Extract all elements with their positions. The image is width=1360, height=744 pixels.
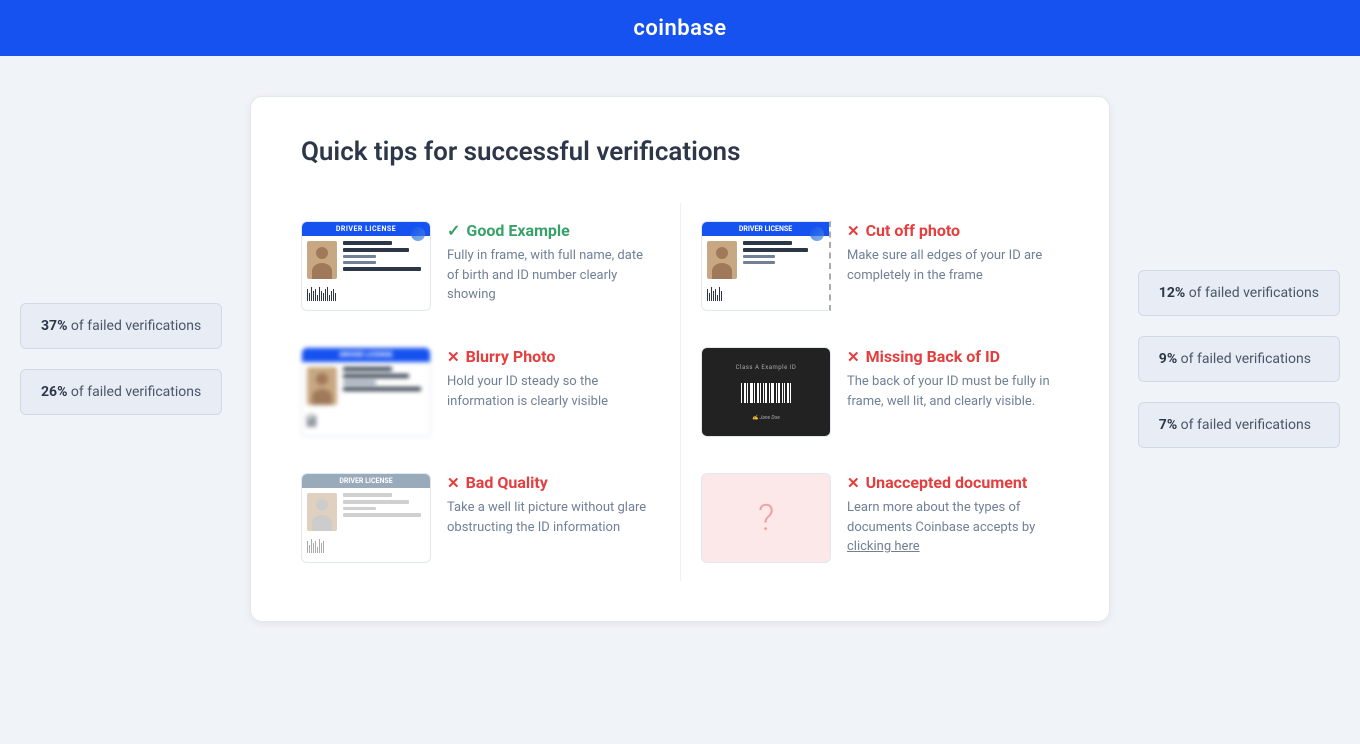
id-card-blurry: DRIVER LICENSE (301, 347, 431, 437)
tip-title: Cut off photo (866, 221, 961, 240)
tip-description: Make sure all edges of your ID are compl… (847, 246, 1059, 285)
tip-cut-off: DRIVER LICENSE (680, 203, 1059, 329)
right-badges: 12% of failed verifications 9% of failed… (1138, 270, 1340, 448)
x-icon: ✕ (447, 348, 460, 366)
tip-description: Learn more about the types of documents … (847, 498, 1059, 557)
tip-blurry: DRIVER LICENSE (301, 329, 680, 455)
clicking-here-link[interactable]: clicking here (847, 539, 920, 554)
tip-description: The back of your ID must be fully in fra… (847, 372, 1059, 411)
question-mark-icon: ? (758, 497, 774, 539)
tips-card: Quick tips for successful verifications … (250, 96, 1110, 622)
id-card-missing-back: Class A Example ID (701, 347, 831, 437)
tip-title: Unaccepted document (866, 473, 1028, 492)
check-icon: ✓ (447, 221, 460, 240)
id-barcode-blurry (302, 410, 430, 430)
tip-title: Missing Back of ID (866, 347, 1000, 366)
id-card-bad: DRIVER LICENSE (301, 473, 431, 563)
tip-description: Take a well lit picture without glare ob… (447, 498, 650, 537)
id-photo-cutoff (707, 241, 737, 279)
x-icon: ✕ (447, 474, 460, 492)
id-barcode-bad (302, 536, 430, 556)
left-badge-2: 26% of failed verifications (20, 369, 222, 415)
x-icon: ✕ (847, 222, 860, 240)
id-photo-bad (307, 493, 337, 531)
left-badges: 37% of failed verifications 26% of faile… (20, 303, 222, 415)
left-badge-1: 37% of failed verifications (20, 303, 222, 349)
x-icon: ✕ (847, 474, 860, 492)
id-photo-good (307, 241, 337, 279)
tip-title: Good Example (466, 221, 569, 240)
id-card-unaccepted: ? (701, 473, 831, 563)
id-card-good: DRIVER LICENSE (301, 221, 431, 311)
id-barcode-good (302, 284, 430, 304)
tip-title: Bad Quality (466, 473, 548, 492)
tip-description: Fully in frame, with full name, date of … (447, 246, 650, 305)
id-photo-blurry (307, 367, 337, 405)
tip-missing-back: Class A Example ID (680, 329, 1059, 455)
tip-title: Blurry Photo (466, 347, 556, 366)
right-badge-1: 12% of failed verifications (1138, 270, 1340, 316)
coinbase-logo: coinbase (633, 16, 726, 41)
tips-grid: DRIVER LICENSE (301, 203, 1059, 581)
header: coinbase (0, 0, 1360, 56)
right-badge-3: 7% of failed verifications (1138, 402, 1340, 448)
tip-description: Hold your ID steady so the information i… (447, 372, 650, 411)
tip-good-example: DRIVER LICENSE (301, 203, 680, 329)
page-title: Quick tips for successful verifications (301, 137, 1059, 167)
x-icon: ✕ (847, 348, 860, 366)
id-barcode-cutoff (702, 284, 829, 304)
tip-bad-quality: DRIVER LICENSE (301, 455, 680, 581)
tip-unaccepted: ? ✕ Unaccepted document Learn more about… (680, 455, 1059, 581)
right-badge-2: 9% of failed verifications (1138, 336, 1340, 382)
main-content: 37% of failed verifications 26% of faile… (0, 56, 1360, 662)
id-card-cutoff: DRIVER LICENSE (701, 221, 831, 311)
